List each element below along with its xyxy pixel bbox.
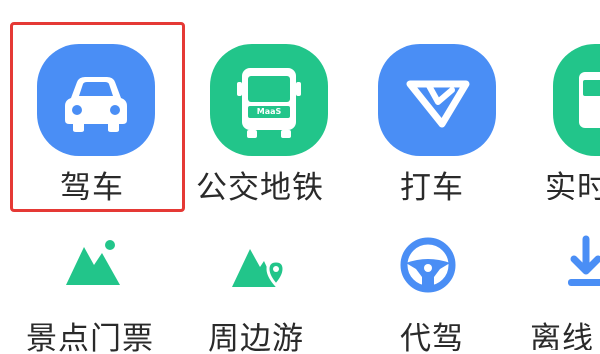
- grid-item-around[interactable]: 周边游: [190, 235, 360, 354]
- grid-item-realtime[interactable]: 实时: [545, 30, 600, 200]
- grid-item-label: 景点门票: [26, 321, 154, 354]
- selection-highlight: [10, 22, 185, 212]
- steering-wheel-icon: [400, 237, 456, 293]
- taxi-logo-icon: [378, 44, 496, 156]
- download-icon: [568, 235, 600, 286]
- grid-item-taxi[interactable]: 打车: [370, 30, 540, 206]
- grid-item-label: 离线: [530, 321, 594, 350]
- bus-icon: MaaS: [210, 44, 328, 156]
- grid-item-label: 打车: [400, 170, 464, 206]
- app-grid: 驾车 MaaS 公交地铁 打车 实时 景点门票 周边游 代驾 离线: [0, 0, 600, 354]
- grid-item-label: 周边游: [208, 321, 304, 354]
- grid-item-offline[interactable]: 离线: [528, 235, 600, 350]
- grid-item-label: 代驾: [400, 321, 464, 354]
- grid-item-chauffeur[interactable]: 代驾: [370, 235, 540, 354]
- mountain-icon: [66, 240, 120, 285]
- realtime-bus-icon: [553, 44, 600, 156]
- grid-item-label: 实时: [545, 170, 600, 200]
- grid-item-bus[interactable]: MaaS 公交地铁: [190, 30, 360, 206]
- maas-badge: MaaS: [256, 107, 282, 116]
- grid-item-tickets[interactable]: 景点门票: [20, 235, 190, 354]
- mountain-pin-icon: [232, 249, 286, 288]
- grid-item-label: 公交地铁: [196, 170, 324, 206]
